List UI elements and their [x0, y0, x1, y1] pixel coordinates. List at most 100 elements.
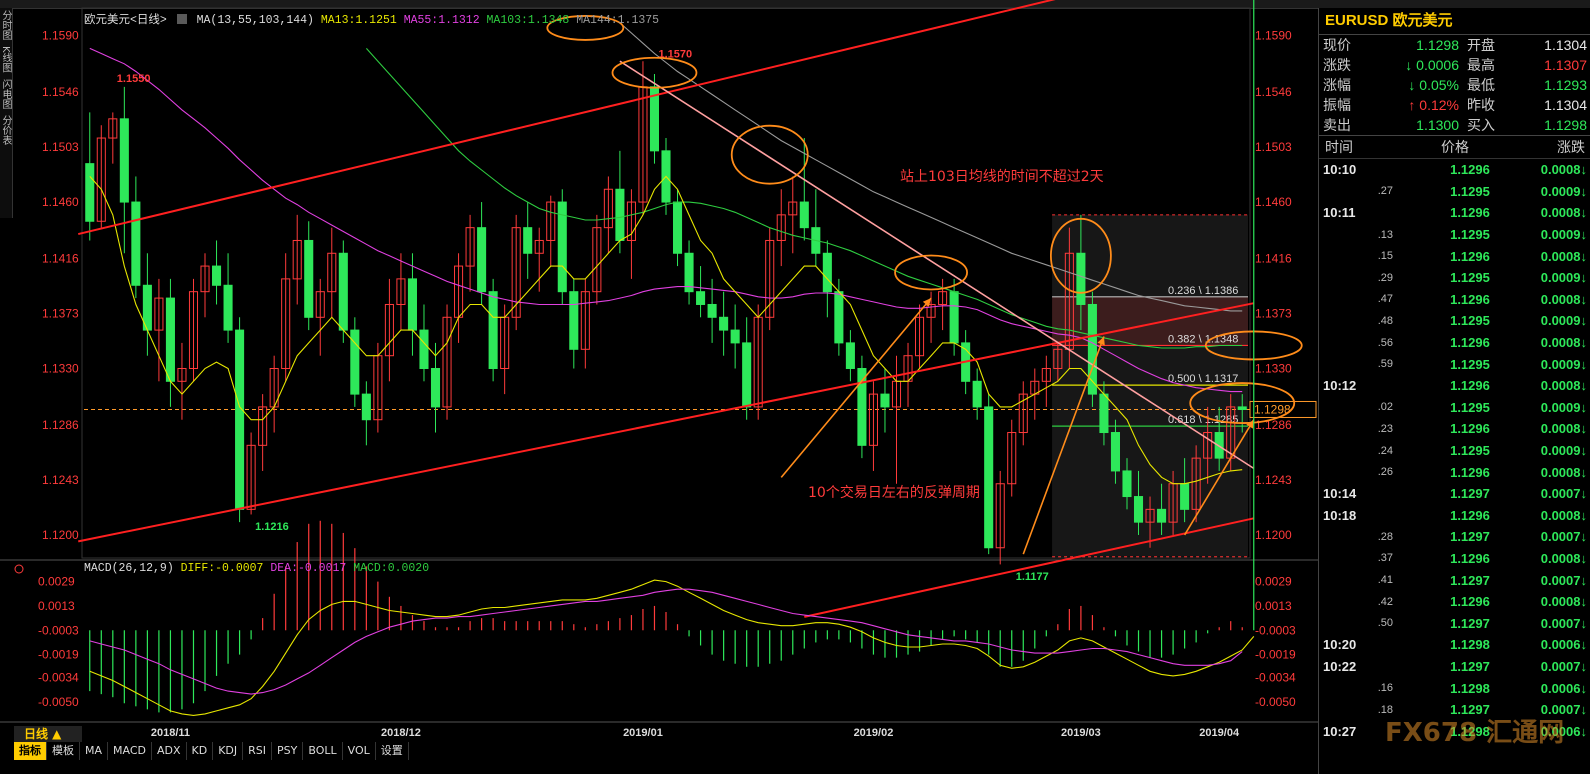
candle: [511, 214, 521, 331]
quote-label: 涨幅: [1323, 77, 1351, 93]
candle: [603, 176, 613, 254]
candle: [1007, 419, 1017, 497]
period-selector[interactable]: 日线 ▲: [14, 726, 82, 742]
tick-price: 1.1297: [1450, 486, 1490, 502]
macd-tick-left-5: -0.0050: [38, 695, 79, 709]
candle: [384, 278, 394, 382]
tick-row: .24 1.1295 0.0009↓: [1319, 440, 1590, 462]
tick-row: 10:11 1.1296 0.0008↓: [1319, 202, 1590, 224]
candle-body: [131, 201, 141, 286]
tick-row: .41 1.1297 0.0007↓: [1319, 569, 1590, 591]
tick-row: .47 1.1296 0.0008↓: [1319, 289, 1590, 311]
macd-tick-right-4: -0.0034: [1255, 670, 1296, 684]
candle: [327, 227, 337, 318]
tick-time: .50: [1377, 617, 1393, 630]
indicator-tab-10[interactable]: VOL: [343, 742, 376, 760]
candle: [281, 253, 291, 382]
extreme-label-3: 1.1177: [1016, 571, 1049, 583]
tick-time: .48: [1377, 314, 1393, 327]
candle: [200, 253, 210, 318]
quote-value: 1.1298: [1416, 37, 1459, 53]
candle-body: [304, 239, 314, 318]
candle-body: [742, 342, 752, 408]
tick-row: .56 1.1296 0.0008↓: [1319, 332, 1590, 354]
candle: [845, 330, 855, 382]
tick-time: 10:22: [1323, 658, 1357, 674]
dea-value: DEA:-0.0017: [270, 562, 347, 575]
tick-change: 0.0007↓: [1540, 572, 1587, 588]
tick-change: 0.0008↓: [1540, 335, 1587, 351]
candle-body: [684, 252, 694, 293]
quote-panel: EURUSD 欧元美元 现价 1.1298 开盘 1.1304 涨跌 ↓ 0.0006 最高…: [1318, 8, 1590, 774]
indicator-tab-7[interactable]: RSI: [243, 742, 273, 760]
candle-body: [1122, 470, 1132, 498]
candle: [984, 394, 994, 555]
quote-label: 买入: [1467, 117, 1495, 133]
ma-legend: 欧元美元<日线> MA(13,55,103,144) MA13:1.1251 M…: [84, 11, 659, 27]
candle: [834, 278, 844, 356]
indicator-tab-6[interactable]: KDJ: [213, 742, 244, 760]
candle: [292, 214, 302, 305]
indicator-tab-1[interactable]: 模板: [47, 742, 80, 760]
tick-time: .15: [1377, 250, 1393, 263]
quote-label: 卖出: [1323, 117, 1351, 133]
tick-price: 1.1296: [1450, 464, 1490, 480]
indicator-tab-0[interactable]: 指标: [14, 742, 47, 760]
candle: [373, 342, 383, 433]
tick-price: 1.1296: [1450, 507, 1490, 523]
tick-change: 0.0009↓: [1540, 313, 1587, 329]
tick-price: 1.1297: [1450, 572, 1490, 588]
tick-change: 0.0008↓: [1540, 248, 1587, 264]
macd-tick-right-0: 0.0029: [1255, 575, 1292, 589]
x-tick-5: 2019/04: [1199, 727, 1240, 739]
indicator-tab-3[interactable]: MACD: [108, 742, 152, 760]
tick-row: .13 1.1295 0.0009↓: [1319, 224, 1590, 246]
candle-body: [523, 227, 533, 254]
indicator-tab-11[interactable]: 设置: [376, 742, 409, 760]
candle-body: [212, 265, 222, 286]
quote-label: 最高: [1467, 57, 1495, 73]
indicator-tab-4[interactable]: ADX: [152, 742, 187, 760]
legend-icon: [176, 14, 187, 24]
y-tick-left-6: 1.1330: [42, 362, 79, 376]
candle-body: [730, 329, 740, 344]
candle-body: [1180, 483, 1190, 510]
tick-time: .28: [1377, 530, 1393, 543]
ma103-value: MA103:1.1348: [486, 14, 570, 27]
tick-row: .37 1.1296 0.0008↓: [1319, 548, 1590, 570]
quote-row: 卖出 1.1300 买入 1.1298: [1319, 115, 1590, 135]
candle: [776, 189, 786, 267]
indicator-tab-2[interactable]: MA: [80, 742, 109, 760]
tick-row: .27 1.1295 0.0009↓: [1319, 181, 1590, 203]
tick-price: 1.1296: [1450, 248, 1490, 264]
indicator-tab-8[interactable]: PSY: [272, 742, 304, 760]
tick-row: .16 1.1298 0.0006↓: [1319, 677, 1590, 699]
quote-label: 现价: [1323, 37, 1351, 53]
indicator-tab-9[interactable]: BOLL: [303, 742, 343, 760]
candle: [523, 202, 533, 279]
candle: [212, 240, 222, 305]
candle-body: [1110, 432, 1120, 472]
quote-row: 涨跌 ↓ 0.0006 最高 1.1307: [1319, 55, 1590, 75]
quote-table: 现价 1.1298 开盘 1.1304 涨跌 ↓ 0.0006 最高 1.1307 涨幅 ↓ 0.…: [1319, 35, 1590, 135]
tick-time: .27: [1377, 185, 1393, 198]
y-tick-left-8: 1.1243: [42, 473, 79, 487]
candle: [442, 304, 452, 420]
candle-body: [235, 329, 245, 510]
quote-value: 1.1293: [1544, 77, 1587, 93]
tick-row: .50 1.1297 0.0007↓: [1319, 612, 1590, 634]
tick-row: .59 1.1295 0.0009↓: [1319, 353, 1590, 375]
candle: [557, 189, 567, 305]
macd-tick-left-0: 0.0029: [38, 575, 75, 589]
tick-row: 10:20 1.1298 0.0006↓: [1319, 634, 1590, 656]
tick-time: 10:11: [1323, 205, 1356, 221]
x-tick-1: 2018/12: [381, 727, 421, 739]
y-tick-left-7: 1.1286: [42, 418, 79, 432]
tick-price: 1.1297: [1450, 615, 1490, 631]
indicator-tab-5[interactable]: KD: [187, 742, 214, 760]
tick-row: .02 1.1295 0.0009↓: [1319, 397, 1590, 419]
tick-time: .41: [1377, 574, 1393, 587]
ma55-value: MA55:1.1312: [403, 14, 480, 27]
candle-body: [672, 201, 683, 254]
tick-time: 10:10: [1323, 162, 1357, 178]
